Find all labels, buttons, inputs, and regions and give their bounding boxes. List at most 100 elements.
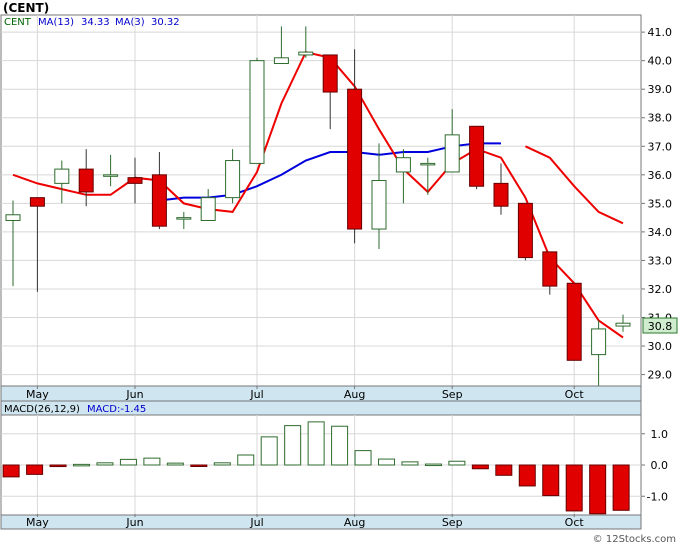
price-tick-label: 37.0 bbox=[648, 140, 673, 153]
macd-bar bbox=[237, 454, 255, 466]
macd-bar bbox=[73, 463, 91, 467]
candle-body bbox=[249, 60, 265, 164]
legend-ma13-value: 34.33 bbox=[81, 17, 110, 28]
macd-bar bbox=[190, 464, 208, 467]
macd-month-bar bbox=[0, 514, 642, 530]
month-label: Jun bbox=[125, 388, 143, 401]
price-tick-label: 38.0 bbox=[648, 112, 673, 125]
macd-bar bbox=[565, 464, 583, 512]
macd-bar bbox=[331, 425, 349, 466]
candle-body bbox=[371, 180, 387, 230]
candle-body bbox=[298, 51, 314, 56]
candle-body bbox=[78, 168, 94, 193]
candle-body bbox=[127, 177, 143, 184]
month-label: Sep bbox=[442, 388, 463, 401]
macd-bar bbox=[2, 464, 20, 478]
month-label: Sep bbox=[442, 516, 463, 529]
macd-bar bbox=[354, 450, 372, 466]
candle-body bbox=[176, 217, 192, 220]
candle-body bbox=[566, 282, 582, 361]
candle-body bbox=[493, 182, 509, 207]
candle-body bbox=[444, 134, 460, 173]
price-tick-label: 29.0 bbox=[648, 369, 673, 382]
candle-body bbox=[29, 197, 45, 207]
macd-bar bbox=[612, 464, 630, 511]
month-label: May bbox=[26, 516, 49, 529]
macd-bar bbox=[260, 436, 278, 466]
macd-bar bbox=[96, 462, 114, 466]
month-label: Jun bbox=[125, 516, 143, 529]
candle-body bbox=[322, 54, 338, 93]
candle-body bbox=[54, 168, 70, 184]
macd-bar bbox=[119, 458, 137, 466]
price-legend: CENT MA(13) 34.33 MA(3) 30.32 bbox=[4, 17, 180, 28]
macd-bar bbox=[378, 458, 396, 466]
last-price-label: 30.8 bbox=[648, 320, 673, 333]
price-tick-label: 34.0 bbox=[648, 226, 673, 239]
candle-body bbox=[225, 160, 241, 199]
watermark: © 12Stocks.com bbox=[593, 534, 676, 545]
price-tick-label: 40.0 bbox=[648, 55, 673, 68]
macd-tick-label: 1.0 bbox=[651, 428, 669, 441]
candle-body bbox=[273, 57, 289, 65]
macd-bar bbox=[542, 464, 560, 497]
macd-bar bbox=[166, 462, 184, 466]
month-label: Oct bbox=[565, 388, 585, 401]
macd-tick-label: -1.0 bbox=[647, 490, 668, 503]
price-tick-label: 32.0 bbox=[648, 283, 673, 296]
price-tick-label: 35.0 bbox=[648, 197, 673, 210]
macd-bar bbox=[26, 464, 44, 475]
macd-bar bbox=[401, 461, 419, 466]
candle bbox=[517, 202, 533, 261]
candle bbox=[469, 125, 485, 190]
macd-bar bbox=[307, 421, 325, 466]
price-tick-label: 33.0 bbox=[648, 254, 673, 267]
candle bbox=[249, 57, 265, 164]
candle-body bbox=[542, 251, 558, 287]
candle-body bbox=[347, 88, 363, 230]
legend-ma3-label: MA(3) bbox=[115, 17, 145, 28]
macd-bar bbox=[471, 464, 489, 470]
month-label: May bbox=[26, 388, 49, 401]
macd-bar bbox=[424, 463, 442, 467]
chart-title: (CENT) bbox=[3, 1, 49, 15]
candle bbox=[566, 282, 582, 361]
candle-body bbox=[5, 214, 21, 221]
candle-body bbox=[591, 328, 607, 356]
price-month-bar bbox=[0, 385, 642, 402]
macd-bar bbox=[589, 464, 607, 515]
candle-body bbox=[395, 157, 411, 173]
month-label: Aug bbox=[344, 516, 365, 529]
price-panel bbox=[0, 14, 642, 387]
month-label: Oct bbox=[565, 516, 585, 529]
legend-ma13-label: MA(13) bbox=[38, 17, 74, 28]
macd-tick-label: 0.0 bbox=[651, 459, 669, 472]
candle-body bbox=[615, 322, 631, 327]
macd-legend-title: MACD(26,12,9) bbox=[4, 404, 80, 415]
month-label: Jul bbox=[249, 516, 263, 529]
macd-bar bbox=[213, 462, 231, 466]
price-tick-label: 41.0 bbox=[648, 26, 673, 39]
month-label: Aug bbox=[344, 388, 365, 401]
stock-chart: (CENT) 29.030.031.032.033.034.035.036.03… bbox=[0, 0, 680, 546]
macd-bar bbox=[448, 460, 466, 466]
legend-ma3-value: 30.32 bbox=[151, 17, 180, 28]
macd-bar bbox=[518, 464, 536, 487]
macd-bar bbox=[284, 425, 302, 466]
price-tick-label: 30.0 bbox=[648, 340, 673, 353]
macd-bar bbox=[49, 464, 67, 468]
price-tick-label: 36.0 bbox=[648, 169, 673, 182]
legend-symbol: CENT bbox=[4, 17, 32, 28]
candle-body bbox=[420, 162, 436, 166]
candle-body bbox=[469, 125, 485, 187]
macd-bar bbox=[495, 464, 513, 476]
price-tick-label: 39.0 bbox=[648, 83, 673, 96]
macd-legend-value: MACD:-1.45 bbox=[87, 404, 146, 415]
candle-body bbox=[517, 202, 533, 259]
month-label: Jul bbox=[249, 388, 263, 401]
macd-bar bbox=[143, 457, 161, 466]
candle-body bbox=[151, 174, 167, 227]
candle-body bbox=[103, 174, 119, 177]
chart-svg: (CENT) 29.030.031.032.033.034.035.036.03… bbox=[0, 0, 680, 546]
last-price-marker: 30.8 bbox=[642, 317, 678, 334]
